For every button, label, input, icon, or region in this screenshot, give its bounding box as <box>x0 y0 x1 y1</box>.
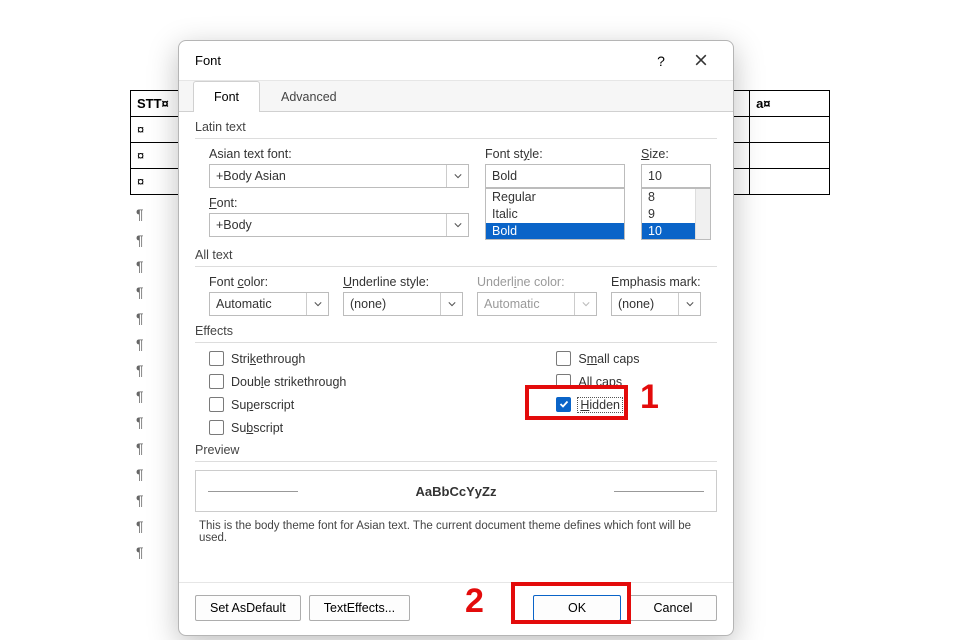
ok-button[interactable]: OK <box>533 595 621 621</box>
check-icon <box>559 398 569 412</box>
font-style-label: Font style: <box>485 147 625 161</box>
close-icon <box>695 53 707 69</box>
checkbox-box <box>556 397 571 412</box>
font-color-label: Font color: <box>209 275 329 289</box>
group-legend: Preview <box>195 443 717 462</box>
font-combo[interactable]: +Body <box>209 213 469 237</box>
font-dialog: Font ? Font Advanced Latin text Asian te… <box>178 40 734 636</box>
list-item[interactable]: Regular <box>486 189 624 206</box>
group-all-text: All text Font color: Automatic Underline… <box>195 248 717 316</box>
checkbox-label: All caps <box>578 375 622 389</box>
font-color-select[interactable]: Automatic <box>209 292 329 316</box>
help-button[interactable]: ? <box>641 46 681 76</box>
checkbox-superscript[interactable]: Superscript <box>209 397 346 412</box>
dialog-footer: Set As Default Text Effects... OK Cancel <box>179 582 733 635</box>
font-label: Font: <box>209 196 469 210</box>
size-label: Size: <box>641 147 711 161</box>
underline-style-value: (none) <box>350 297 386 311</box>
checkbox-box <box>556 374 571 389</box>
checkbox-label: Strikethrough <box>231 352 305 366</box>
checkbox-box <box>209 420 224 435</box>
chevron-down-icon <box>446 165 468 187</box>
preview-sample-text: AaBbCcYyZz <box>416 484 497 499</box>
chevron-down-icon <box>440 293 462 315</box>
titlebar: Font ? <box>179 41 733 81</box>
table-cell <box>750 169 830 195</box>
checkbox-label: Superscript <box>231 398 294 412</box>
size-listbox[interactable]: 8 9 10 <box>641 188 711 240</box>
font-color-value: Automatic <box>216 297 272 311</box>
asian-font-combo[interactable]: +Body Asian <box>209 164 469 188</box>
checkbox-subscript[interactable]: Subscript <box>209 420 346 435</box>
group-effects: Effects Strikethrough Double strikethrou… <box>195 324 717 435</box>
table-header-cell: a¤ <box>750 91 830 117</box>
checkbox-strikethrough[interactable]: Strikethrough <box>209 351 346 366</box>
underline-color-select: Automatic <box>477 292 597 316</box>
set-as-default-button[interactable]: Set As Default <box>195 595 301 621</box>
size-input[interactable]: 10 <box>641 164 711 188</box>
group-legend: Latin text <box>195 120 717 139</box>
tab-font[interactable]: Font <box>193 81 260 112</box>
preview-description: This is the body theme font for Asian te… <box>195 520 717 544</box>
checkbox-label: Hidden <box>578 398 622 412</box>
underline-style-select[interactable]: (none) <box>343 292 463 316</box>
close-button[interactable] <box>681 46 721 76</box>
checkbox-label: Double strikethrough <box>231 375 346 389</box>
cancel-button[interactable]: Cancel <box>629 595 717 621</box>
underline-color-label: Underline color: <box>477 275 597 289</box>
tab-advanced[interactable]: Advanced <box>260 81 358 112</box>
asian-font-label: Asian text font: <box>209 147 469 161</box>
asian-font-value: +Body Asian <box>216 169 286 183</box>
text-effects-button[interactable]: Text Effects... <box>309 595 410 621</box>
checkbox-label: Subscript <box>231 421 283 435</box>
font-value: +Body <box>216 218 252 232</box>
font-style-listbox[interactable]: Regular Italic Bold <box>485 188 625 240</box>
preview-box: AaBbCcYyZz <box>195 470 717 512</box>
checkbox-box <box>209 374 224 389</box>
group-latin-text: Latin text Asian text font: +Body Asian … <box>195 120 717 240</box>
group-legend: Effects <box>195 324 717 343</box>
emphasis-mark-select[interactable]: (none) <box>611 292 701 316</box>
group-legend: All text <box>195 248 717 267</box>
font-style-input[interactable]: Bold <box>485 164 625 188</box>
checkbox-box <box>209 351 224 366</box>
chevron-down-icon <box>446 214 468 236</box>
table-cell <box>750 143 830 169</box>
tab-bar: Font Advanced <box>179 81 733 112</box>
checkbox-double-strikethrough[interactable]: Double strikethrough <box>209 374 346 389</box>
underline-style-label: Underline style: <box>343 275 463 289</box>
dialog-title: Font <box>195 53 641 68</box>
scrollbar[interactable] <box>695 189 710 239</box>
checkbox-box <box>556 351 571 366</box>
chevron-down-icon <box>574 293 596 315</box>
checkbox-hidden[interactable]: Hidden <box>556 397 639 412</box>
group-preview: Preview AaBbCcYyZz This is the body them… <box>195 443 717 544</box>
checkbox-label: Small caps <box>578 352 639 366</box>
list-item[interactable]: Italic <box>486 206 624 223</box>
chevron-down-icon <box>678 293 700 315</box>
emphasis-mark-value: (none) <box>618 297 654 311</box>
underline-color-value: Automatic <box>484 297 540 311</box>
checkbox-box <box>209 397 224 412</box>
table-cell <box>750 117 830 143</box>
emphasis-mark-label: Emphasis mark: <box>611 275 701 289</box>
chevron-down-icon <box>306 293 328 315</box>
checkbox-small-caps[interactable]: Small caps <box>556 351 639 366</box>
list-item[interactable]: Bold <box>486 223 624 240</box>
checkbox-all-caps[interactable]: All caps <box>556 374 639 389</box>
dialog-content: Latin text Asian text font: +Body Asian … <box>179 112 733 582</box>
